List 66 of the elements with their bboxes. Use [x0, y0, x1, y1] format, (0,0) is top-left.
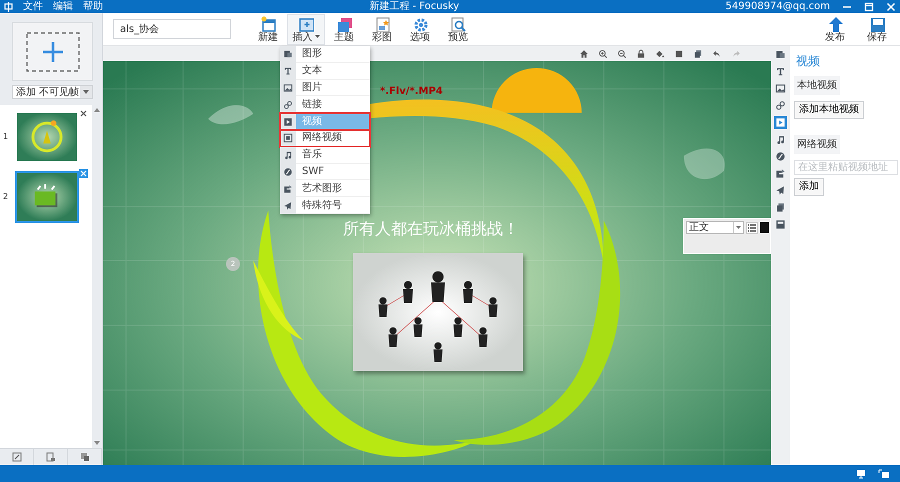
undo-icon[interactable] — [712, 48, 722, 58]
square-icon[interactable] — [674, 48, 684, 58]
side-tool-button[interactable] — [774, 82, 787, 95]
side-tool-button[interactable] — [774, 167, 787, 180]
menu-item[interactable]: 文件 — [23, 2, 43, 12]
app-logo-icon — [4, 2, 13, 12]
side-tool-button[interactable] — [774, 48, 787, 61]
zoom-out-icon[interactable] — [617, 48, 627, 58]
side-tool-button[interactable] — [774, 184, 787, 197]
toolbar-button[interactable]: 发布 — [816, 14, 854, 44]
slide-thumbnail[interactable] — [15, 111, 79, 163]
window-title: 新建工程 - Focusky — [369, 2, 460, 12]
new-document-icon — [260, 16, 276, 32]
section-label: 本地视频 — [794, 76, 840, 95]
picture-star-icon — [374, 16, 390, 32]
gear-icon — [412, 16, 428, 32]
add-button[interactable]: 添加 — [794, 178, 824, 196]
side-tool-button[interactable] — [774, 218, 787, 231]
duplicate-page-icon[interactable] — [80, 452, 90, 462]
toolbar-button[interactable]: 主题 — [325, 14, 363, 44]
panel-title: 视频 — [796, 53, 821, 70]
home-icon[interactable] — [579, 48, 589, 58]
window-icon[interactable] — [878, 468, 890, 478]
side-tool-button[interactable] — [774, 201, 787, 214]
toolbar-button[interactable]: 保存 — [858, 14, 896, 44]
add-local-video-button[interactable]: 添加本地视频 — [794, 101, 864, 119]
scroll-down-icon[interactable] — [94, 441, 100, 445]
slide-number: 1 — [3, 131, 9, 143]
menu-item[interactable]: 图形 — [280, 46, 370, 63]
menu-item[interactable]: 帮助 — [83, 2, 103, 12]
toolbar-button[interactable]: 预览 — [439, 14, 477, 44]
add-frame-button[interactable] — [12, 22, 93, 81]
preview-icon — [450, 16, 466, 32]
insert-icon — [298, 16, 314, 32]
maximize-icon[interactable] — [864, 2, 874, 12]
up-arrow-icon — [827, 16, 843, 32]
scroll-up-icon[interactable] — [94, 108, 100, 112]
toolbar-button[interactable]: 插入 — [287, 14, 325, 44]
copy-icon[interactable] — [693, 48, 703, 58]
save-icon — [869, 16, 885, 32]
frame-type-select[interactable]: 添加 不可见帧 — [12, 85, 93, 99]
caret-icon[interactable] — [80, 86, 92, 98]
video-url-field[interactable]: 在这里粘贴视频地址 — [794, 160, 898, 175]
toolbar-button[interactable]: 新建 — [249, 14, 287, 44]
monitor-icon[interactable] — [856, 468, 866, 478]
lock-icon[interactable] — [636, 48, 646, 58]
section-label: 网络视频 — [794, 135, 840, 154]
project-name-field[interactable]: als_协会 — [113, 19, 231, 39]
slide-thumbnail[interactable] — [15, 171, 79, 223]
caret-icon[interactable] — [314, 35, 320, 38]
side-tool-button[interactable] — [774, 99, 787, 112]
toolbar-button[interactable]: 彩图 — [363, 14, 401, 44]
side-tool-button[interactable] — [774, 116, 787, 129]
layers-icon — [336, 16, 352, 32]
fill-icon[interactable] — [655, 48, 665, 58]
account-email: 549908974@qq.com — [726, 2, 830, 12]
side-tool-button[interactable] — [774, 65, 787, 78]
side-tool-button[interactable] — [774, 150, 787, 163]
add-page-icon[interactable] — [46, 452, 56, 462]
close-icon[interactable] — [886, 2, 896, 12]
slide-number: 2 — [3, 191, 9, 203]
edit-frame-icon[interactable] — [12, 452, 22, 462]
toolbar-button[interactable]: 选项 — [401, 14, 439, 44]
menu-item[interactable]: 编辑 — [53, 2, 73, 12]
delete-slide-icon[interactable] — [79, 109, 88, 118]
zoom-in-icon[interactable] — [598, 48, 608, 58]
